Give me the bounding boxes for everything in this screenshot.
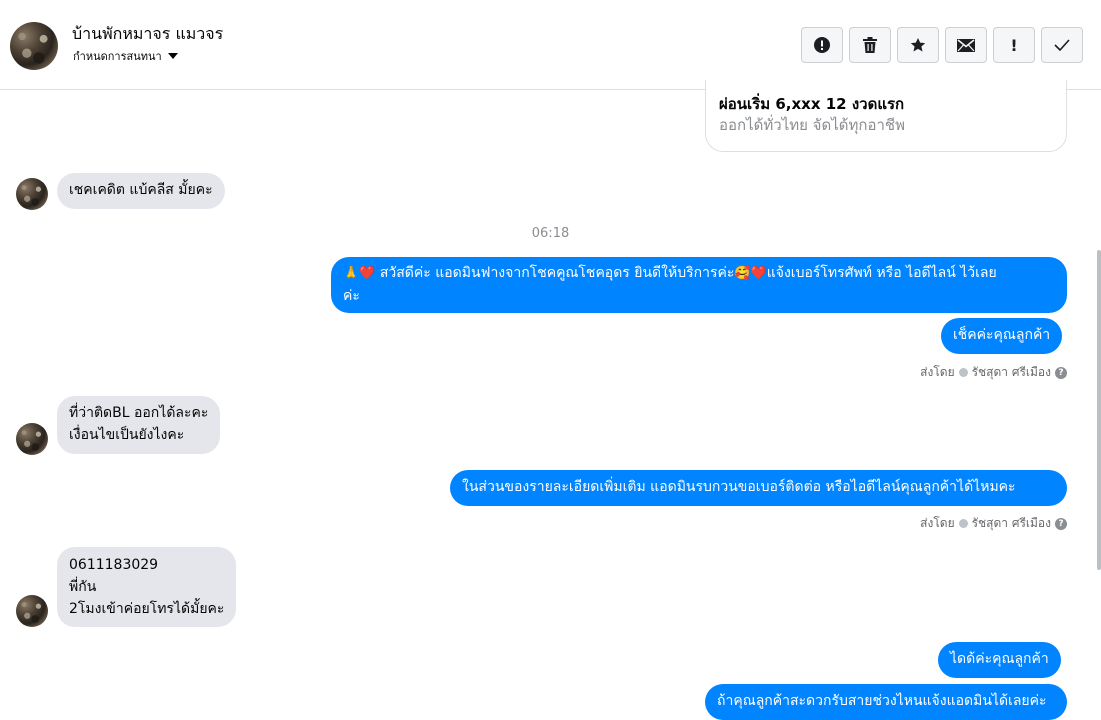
customer-avatar[interactable]	[16, 423, 48, 455]
message-text: ไดด้ค่ะคุณลูกค้า	[950, 651, 1049, 667]
page-avatar[interactable]	[10, 22, 58, 70]
ad-card-subtitle: ออกได้ทั่วไทย จัดได้ทุกอาชีพ	[719, 116, 905, 134]
alert-circle-icon	[814, 37, 830, 53]
help-icon[interactable]: ?	[1055, 366, 1067, 379]
star-button[interactable]	[897, 27, 939, 63]
pray-heart-emoji: 🙏❤️	[343, 266, 376, 281]
message-outgoing[interactable]: ไดด้ค่ะคุณลูกค้า	[938, 642, 1061, 678]
message-incoming[interactable]: ที่ว่าติดBL ออกได้ละคะ เงื่อนไขเป็นยังไง…	[57, 396, 221, 454]
timestamp: 06:18	[531, 226, 570, 241]
customer-avatar[interactable]	[16, 178, 48, 210]
message-text: ค่ะ	[343, 288, 360, 304]
customer-avatar[interactable]	[16, 595, 48, 627]
check-dot-icon	[958, 368, 968, 377]
scrollbar[interactable]	[1097, 250, 1101, 570]
delete-button[interactable]	[849, 27, 891, 63]
message-text: พี่กัน	[69, 579, 97, 595]
sent-by-label: ส่งโดย	[920, 365, 955, 379]
sent-by-info: ส่งโดย รัชสุดา ศรีเมือง ?	[920, 514, 1067, 533]
caret-down-icon	[167, 53, 178, 59]
message-incoming[interactable]: เชคเคดิต แบ้คลีส มั้ยคะ	[57, 173, 225, 209]
exclamation-icon: !	[1010, 35, 1018, 55]
message-text: สวัสดีค่ะ แอดมินฟางจากโชคคูณโชคอุดร ยินด…	[375, 265, 735, 281]
message-text: เชคเคดิต แบ้คลีส มั้ยคะ	[69, 182, 213, 198]
message-outgoing[interactable]: ถ้าคุณลูกค้าสะดวกรับสายช่วงไหนแจ้งแอดมิน…	[705, 684, 1067, 720]
mail-icon	[957, 38, 975, 52]
check-icon	[1054, 39, 1070, 51]
sender-name[interactable]: รัชสุดา ศรีเมือง	[972, 514, 1051, 533]
message-text: เช็คค่ะคุณลูกค้า	[953, 327, 1051, 343]
important-button[interactable]: !	[993, 27, 1035, 63]
spam-report-button[interactable]	[801, 27, 843, 63]
mark-unread-button[interactable]	[945, 27, 987, 63]
message-outgoing[interactable]: 🙏❤️ สวัสดีค่ะ แอดมินฟางจากโชคคูณโชคอุดร …	[331, 257, 1067, 313]
check-dot-icon	[958, 519, 968, 528]
message-text: ถ้าคุณลูกค้าสะดวกรับสายช่วงไหนแจ้งแอดมิน…	[717, 693, 1047, 709]
sent-by-label: ส่งโดย	[920, 516, 955, 530]
message-text: 0611183029	[69, 557, 159, 573]
mark-done-button[interactable]	[1041, 27, 1083, 63]
message-text: เงื่อนไขเป็นยังไงคะ	[69, 427, 185, 443]
page-name[interactable]: บ้านพักหมาจร แมวจร	[72, 22, 223, 47]
sent-by-info: ส่งโดย รัชสุดา ศรีเมือง ?	[920, 363, 1067, 382]
message-outgoing[interactable]: เช็คค่ะคุณลูกค้า	[941, 318, 1063, 354]
smile-heart-emoji: 🥰❤️	[734, 266, 767, 281]
message-text: ในส่วนของรายละเอียดเพิ่มเติม แอดมินรบกวน…	[462, 479, 1016, 495]
message-incoming[interactable]: 0611183029 พี่กัน 2โมงเข้าค่อยโทรได้มั้ย…	[57, 547, 237, 627]
conversation-header: บ้านพักหมาจร แมวจร กำหนดการสนทนา !	[0, 0, 1101, 90]
toolbar: !	[801, 27, 1083, 63]
message-text: ที่ว่าติดBL ออกได้ละคะ	[69, 405, 209, 421]
trash-icon	[863, 37, 877, 53]
message-text: แจ้งเบอร์โทรศัพท์ หรือ ไอดีไลน์ ไว้เลย	[766, 265, 997, 281]
message-outgoing[interactable]: ในส่วนของรายละเอียดเพิ่มเติม แอดมินรบกวน…	[450, 470, 1067, 506]
message-text: 2โมงเข้าค่อยโทรได้มั้ยคะ	[69, 601, 225, 617]
star-icon	[910, 38, 926, 52]
ad-card[interactable]: ผ่อนเริ่ม 6,xxx 12 งวดแรก ออกได้ทั่วไทย …	[705, 80, 1067, 152]
conversation-schedule-label: กำหนดการสนทนา	[73, 50, 162, 63]
conversation-schedule-dropdown[interactable]: กำหนดการสนทนา	[73, 47, 178, 65]
sender-name[interactable]: รัชสุดา ศรีเมือง	[972, 363, 1051, 382]
help-icon[interactable]: ?	[1055, 517, 1067, 530]
